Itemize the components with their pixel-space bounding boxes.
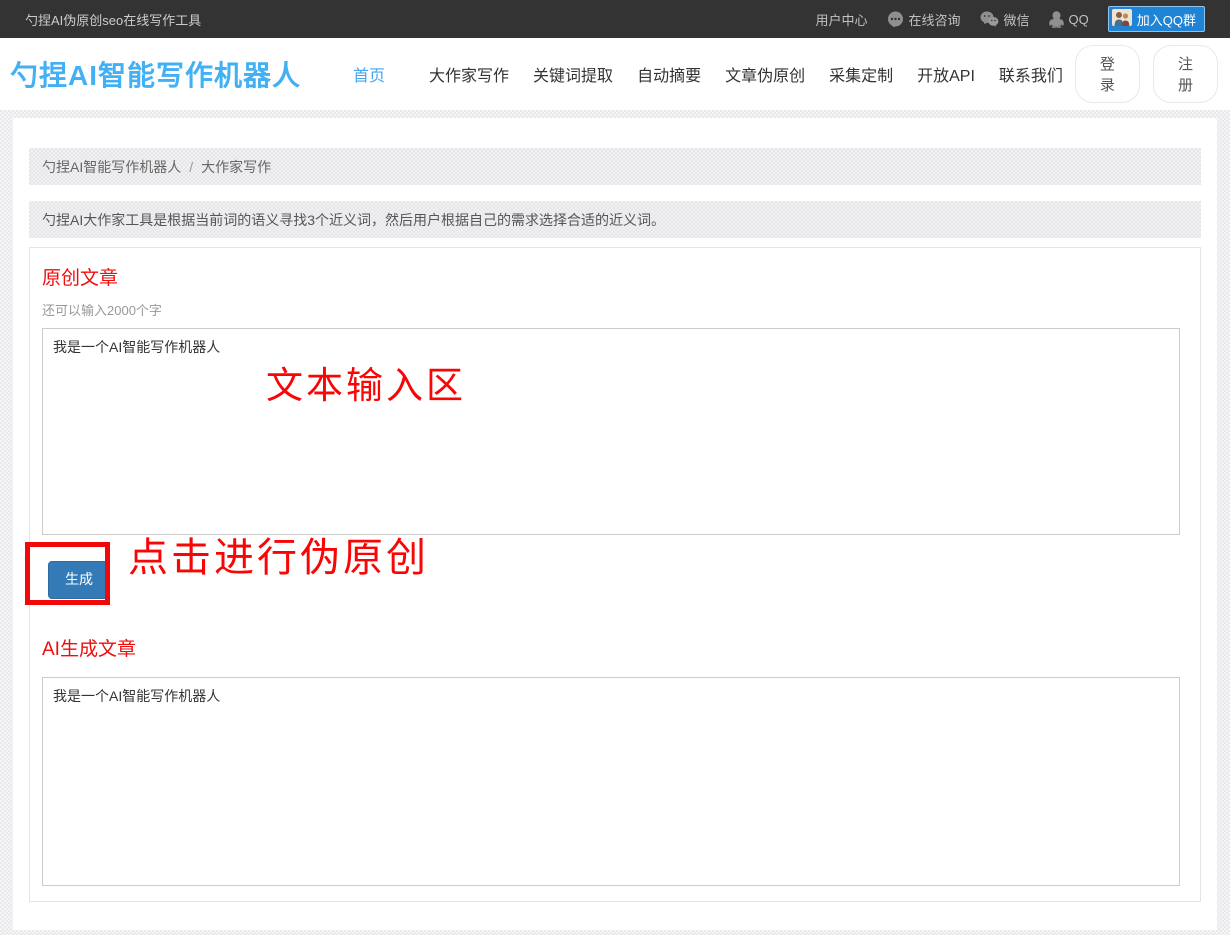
join-qq-group-button[interactable]: 加入QQ群	[1108, 6, 1205, 32]
breadcrumb-separator: /	[189, 159, 193, 175]
wechat-link[interactable]: 微信	[980, 10, 1030, 29]
online-support-link[interactable]: 在线咨询	[887, 10, 961, 29]
site-header: 勺捏AI智能写作机器人 首页 大作家写作 关键词提取 自动摘要 文章伪原创 采集…	[0, 38, 1230, 110]
original-article-title: 原创文章	[42, 268, 1188, 291]
qq-label: QQ	[1069, 12, 1089, 27]
nav-item-contact[interactable]: 联系我们	[987, 56, 1075, 92]
nav-item-auto-summary[interactable]: 自动摘要	[625, 56, 713, 92]
qq-link[interactable]: QQ	[1049, 11, 1089, 28]
nav-item-writer[interactable]: 大作家写作	[417, 56, 521, 92]
generate-button[interactable]: 生成	[48, 561, 110, 599]
page: { "topbar": { "site_title": "勺捏AI伪原创seo在…	[0, 0, 1230, 935]
tool-notice-text: 勺捏AI大作家工具是根据当前词的语义寻找3个近义词，然后用户根据自己的需求选择合…	[42, 210, 665, 230]
topbar: 勺捏AI伪原创seo在线写作工具 用户中心 在线咨询 微信 QQ 加入QQ群	[0, 0, 1230, 38]
user-center-link[interactable]: 用户中心	[815, 10, 867, 29]
qq-group-avatars-icon	[1112, 9, 1132, 29]
login-button[interactable]: 登录	[1075, 45, 1140, 103]
ai-result-title: AI生成文章	[42, 639, 1188, 662]
site-logo[interactable]: 勺捏AI智能写作机器人	[10, 54, 301, 94]
tool-notice: 勺捏AI大作家工具是根据当前词的语义寻找3个近义词，然后用户根据自己的需求选择合…	[29, 201, 1201, 238]
nav-item-open-api[interactable]: 开放API	[905, 56, 987, 92]
online-support-label: 在线咨询	[909, 10, 961, 29]
ai-result-textarea[interactable]: 我是一个AI智能写作机器人	[42, 677, 1180, 886]
site-title: 勺捏AI伪原创seo在线写作工具	[25, 10, 201, 29]
nav-item-pseudo-original[interactable]: 文章伪原创	[713, 56, 817, 92]
original-article-textarea[interactable]: 我是一个AI智能写作机器人	[42, 328, 1180, 535]
user-center-label: 用户中心	[815, 10, 867, 29]
chat-bubble-icon	[887, 11, 904, 28]
breadcrumb-current: 大作家写作	[201, 157, 271, 177]
register-button[interactable]: 注册	[1153, 45, 1218, 103]
breadcrumb: 勺捏AI智能写作机器人 / 大作家写作	[29, 148, 1201, 185]
writer-panel: 原创文章 还可以输入2000个字 我是一个AI智能写作机器人 生成 AI生成文章…	[29, 247, 1201, 902]
main-container: 勺捏AI智能写作机器人 / 大作家写作 勺捏AI大作家工具是根据当前词的语义寻找…	[13, 118, 1217, 930]
nav-item-keyword-extract[interactable]: 关键词提取	[521, 56, 625, 92]
wechat-label: 微信	[1004, 10, 1030, 29]
wechat-icon	[980, 11, 999, 27]
nav-item-home[interactable]: 首页	[341, 56, 397, 92]
char-counter-hint: 还可以输入2000个字	[42, 303, 1188, 319]
topbar-links: 用户中心 在线咨询 微信 QQ 加入QQ群	[815, 6, 1205, 32]
auth-buttons: 登录 注册	[1075, 45, 1218, 103]
qq-penguin-icon	[1049, 11, 1064, 28]
main-nav: 首页 大作家写作 关键词提取 自动摘要 文章伪原创 采集定制 开放API 联系我…	[341, 56, 1075, 92]
breadcrumb-root-link[interactable]: 勺捏AI智能写作机器人	[42, 157, 181, 177]
nav-item-collect-custom[interactable]: 采集定制	[817, 56, 905, 92]
join-qq-group-label: 加入QQ群	[1137, 10, 1196, 29]
